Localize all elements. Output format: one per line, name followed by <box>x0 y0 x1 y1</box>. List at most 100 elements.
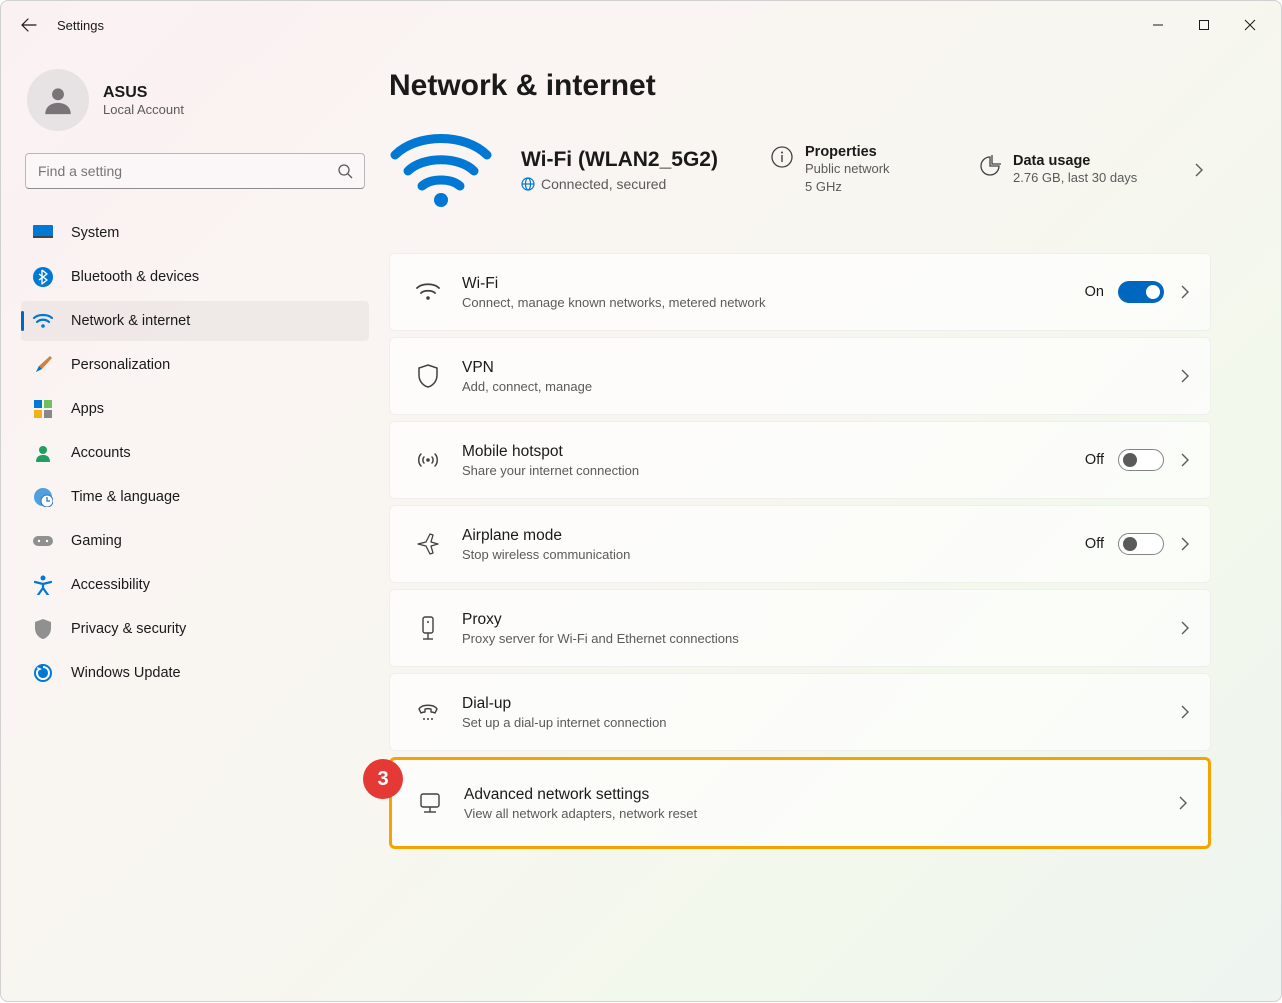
sidebar-item-gaming[interactable]: Gaming <box>21 521 369 561</box>
page-title: Network & internet <box>389 69 1211 103</box>
dialup-icon <box>416 700 440 724</box>
chevron-right-icon <box>1195 163 1203 177</box>
properties-sub1: Public network <box>805 160 890 178</box>
wifi-toggle-label: On <box>1085 284 1104 300</box>
sidebar-item-windows-update[interactable]: Windows Update <box>21 653 369 693</box>
minimize-button[interactable] <box>1135 9 1181 41</box>
data-usage-link[interactable]: Data usage 2.76 GB, last 30 days <box>979 153 1159 187</box>
sidebar-item-bluetooth[interactable]: Bluetooth & devices <box>21 257 369 297</box>
sidebar-item-label: Gaming <box>71 533 122 549</box>
data-usage-title: Data usage <box>1013 153 1137 169</box>
properties-title: Properties <box>805 144 890 160</box>
arrow-left-icon <box>21 17 37 33</box>
chevron-right-icon <box>1178 453 1192 467</box>
globe-clock-icon <box>33 487 53 507</box>
search-input[interactable] <box>25 153 365 189</box>
card-subtitle: Set up a dial-up internet connection <box>462 715 1156 730</box>
titlebar: Settings <box>1 1 1281 49</box>
sidebar-item-accounts[interactable]: Accounts <box>21 433 369 473</box>
wifi-card[interactable]: Wi-Fi Connect, manage known networks, me… <box>389 253 1211 331</box>
sidebar-item-network[interactable]: Network & internet <box>21 301 369 341</box>
accounts-icon <box>33 443 53 463</box>
vpn-card[interactable]: VPN Add, connect, manage <box>389 337 1211 415</box>
system-icon <box>33 223 53 243</box>
sidebar-item-label: Windows Update <box>71 665 181 681</box>
bluetooth-icon <box>33 267 53 287</box>
advanced-network-card[interactable]: Advanced network settings View all netwo… <box>389 757 1211 849</box>
wifi-icon <box>33 311 53 331</box>
sidebar-item-label: Network & internet <box>71 313 190 329</box>
settings-cards: Wi-Fi Connect, manage known networks, me… <box>389 253 1211 849</box>
status-expand[interactable] <box>1187 163 1211 177</box>
apps-icon <box>33 399 53 419</box>
shield-outline-icon <box>416 364 440 388</box>
pie-icon <box>979 155 1001 177</box>
data-usage-sub: 2.76 GB, last 30 days <box>1013 169 1137 187</box>
chevron-right-icon <box>1178 369 1192 383</box>
main-panel: Network & internet Wi-Fi (WLAN2_5G2) Con… <box>381 49 1281 1003</box>
properties-link[interactable]: Properties Public network 5 GHz <box>771 144 951 195</box>
connection-status: Connected, secured <box>521 176 743 192</box>
sidebar: ASUS Local Account System Bluetooth & de… <box>1 49 381 1003</box>
back-button[interactable] <box>9 5 49 45</box>
card-subtitle: Connect, manage known networks, metered … <box>462 295 1063 310</box>
chevron-right-icon <box>1178 537 1192 551</box>
airplane-card[interactable]: Airplane mode Stop wireless communicatio… <box>389 505 1211 583</box>
info-icon <box>771 146 793 168</box>
dialup-card[interactable]: Dial-up Set up a dial-up internet connec… <box>389 673 1211 751</box>
card-title: Wi-Fi <box>462 275 1063 293</box>
card-title: Advanced network settings <box>464 786 1154 804</box>
card-subtitle: View all network adapters, network reset <box>464 806 1154 821</box>
sidebar-item-label: Bluetooth & devices <box>71 269 199 285</box>
chevron-right-icon <box>1178 621 1192 635</box>
chevron-right-icon <box>1176 796 1190 810</box>
connection-name: Wi-Fi (WLAN2_5G2) <box>521 148 743 172</box>
annotation-badge: 3 <box>363 759 403 799</box>
sidebar-item-personalization[interactable]: Personalization <box>21 345 369 385</box>
sidebar-item-accessibility[interactable]: Accessibility <box>21 565 369 605</box>
content-area: ASUS Local Account System Bluetooth & de… <box>1 49 1281 1003</box>
sidebar-item-system[interactable]: System <box>21 213 369 253</box>
sidebar-item-privacy[interactable]: Privacy & security <box>21 609 369 649</box>
airplane-icon <box>416 532 440 556</box>
wifi-toggle[interactable] <box>1118 281 1164 303</box>
chevron-right-icon <box>1178 705 1192 719</box>
card-title: VPN <box>462 359 1156 377</box>
network-adapter-icon <box>418 791 442 815</box>
airplane-toggle[interactable] <box>1118 533 1164 555</box>
window-controls <box>1135 9 1273 41</box>
properties-sub2: 5 GHz <box>805 178 890 196</box>
network-status-row: Wi-Fi (WLAN2_5G2) Connected, secured Pro… <box>389 131 1211 209</box>
sidebar-item-time-language[interactable]: Time & language <box>21 477 369 517</box>
sidebar-item-apps[interactable]: Apps <box>21 389 369 429</box>
hotspot-card[interactable]: Mobile hotspot Share your internet conne… <box>389 421 1211 499</box>
profile-block[interactable]: ASUS Local Account <box>21 61 369 153</box>
card-title: Mobile hotspot <box>462 443 1063 461</box>
proxy-card[interactable]: Proxy Proxy server for Wi-Fi and Etherne… <box>389 589 1211 667</box>
search-icon <box>337 163 353 179</box>
sidebar-item-label: Privacy & security <box>71 621 186 637</box>
proxy-icon <box>416 616 440 640</box>
hotspot-icon <box>416 448 440 472</box>
gamepad-icon <box>33 531 53 551</box>
sidebar-item-label: Personalization <box>71 357 170 373</box>
accessibility-icon <box>33 575 53 595</box>
maximize-button[interactable] <box>1181 9 1227 41</box>
airplane-toggle-label: Off <box>1085 536 1104 552</box>
app-title: Settings <box>57 18 104 33</box>
hotspot-toggle-label: Off <box>1085 452 1104 468</box>
hotspot-toggle[interactable] <box>1118 449 1164 471</box>
search-wrap <box>25 153 365 189</box>
profile-name: ASUS <box>103 84 184 102</box>
close-button[interactable] <box>1227 9 1273 41</box>
connection-block[interactable]: Wi-Fi (WLAN2_5G2) Connected, secured <box>521 148 743 192</box>
globe-icon <box>521 177 535 191</box>
card-subtitle: Add, connect, manage <box>462 379 1156 394</box>
card-title: Airplane mode <box>462 527 1063 545</box>
minimize-icon <box>1152 19 1164 31</box>
card-title: Dial-up <box>462 695 1156 713</box>
sidebar-item-label: Apps <box>71 401 104 417</box>
sidebar-item-label: Accessibility <box>71 577 150 593</box>
wifi-icon <box>416 280 440 304</box>
sidebar-item-label: System <box>71 225 119 241</box>
